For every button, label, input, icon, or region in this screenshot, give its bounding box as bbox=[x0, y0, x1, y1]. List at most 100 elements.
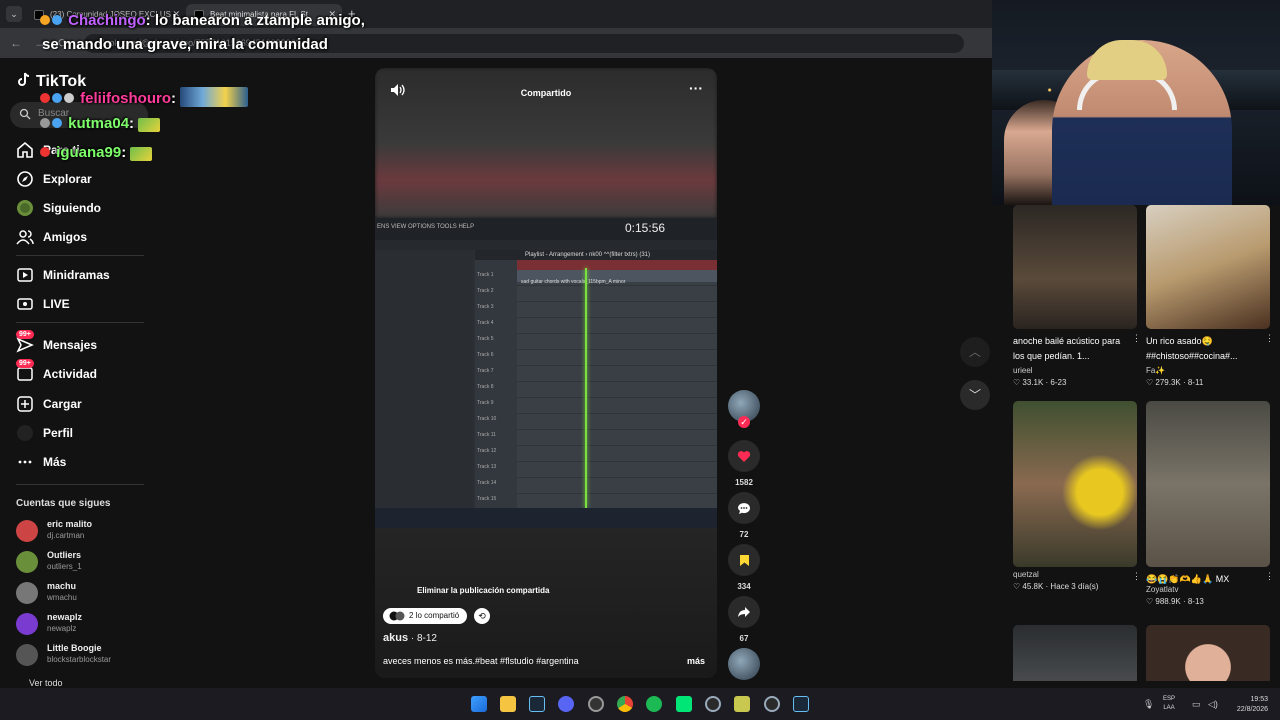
notes-app-icon[interactable] bbox=[734, 696, 750, 712]
windows-start-icon[interactable] bbox=[471, 696, 487, 712]
share-button[interactable] bbox=[728, 596, 760, 628]
obs-icon[interactable] bbox=[588, 696, 604, 712]
ccleaner-icon[interactable] bbox=[705, 696, 721, 712]
steam-icon[interactable] bbox=[529, 696, 545, 712]
video-thumbnail[interactable] bbox=[1013, 205, 1137, 329]
chat-badge-icon bbox=[40, 118, 50, 128]
author-name: akus bbox=[383, 632, 409, 644]
browser-app-icon[interactable] bbox=[764, 696, 780, 712]
save-action[interactable]: 334 bbox=[728, 544, 760, 591]
avatar bbox=[16, 520, 38, 542]
spotify-icon[interactable] bbox=[646, 696, 662, 712]
see-all-link[interactable]: Ver todo bbox=[16, 678, 63, 688]
video-title: anoche bailé acústico para los que pedía… bbox=[1013, 336, 1121, 361]
microphone-icon[interactable]: 🎙 bbox=[1143, 699, 1154, 710]
kick-icon[interactable] bbox=[676, 696, 692, 712]
chat-badge-icon bbox=[64, 93, 74, 103]
repost-icon[interactable]: ⟲ bbox=[474, 608, 490, 624]
save-button[interactable] bbox=[728, 544, 760, 576]
sidebar-item-label: Explorar bbox=[43, 172, 92, 186]
following-account-machu[interactable]: machu wmachu bbox=[16, 580, 156, 606]
video-thumbnail[interactable] bbox=[1146, 401, 1270, 567]
recommended-video-card[interactable]: ⋮ Un rico asado🤤 ##chistoso##cocina#... … bbox=[1146, 205, 1274, 387]
fl-menu-bar: ENS VIEW OPTIONS TOOLS HELP 0:15:56 bbox=[375, 218, 717, 240]
sidebar-item-label: Minidramas bbox=[43, 268, 110, 282]
keyboard-language-indicator[interactable]: ESP LAA bbox=[1163, 695, 1175, 713]
fl-track-label: Track 6 bbox=[477, 352, 494, 358]
video-thumbnail[interactable] bbox=[1146, 625, 1270, 681]
video-user: Fa✨ bbox=[1146, 366, 1166, 375]
fl-track-label: Track 8 bbox=[477, 384, 494, 390]
comment-button[interactable] bbox=[728, 492, 760, 524]
video-thumbnail[interactable] bbox=[1013, 401, 1137, 567]
back-arrow-icon[interactable]: ← bbox=[10, 36, 22, 50]
chat-emote-icon bbox=[180, 87, 249, 107]
fl-track-label: Track 1 bbox=[477, 272, 494, 278]
system-clock[interactable]: 19:53 22/8/2026 bbox=[1228, 695, 1268, 715]
chat-badge-icon bbox=[52, 93, 62, 103]
chat-text: lo banearon a ztample amigo, bbox=[150, 12, 365, 29]
shared-by-pill[interactable]: 2 lo compartió bbox=[383, 608, 468, 624]
fl-track-label: Track 4 bbox=[477, 320, 494, 326]
previous-video-button[interactable]: ︿ bbox=[960, 337, 990, 367]
video-thumbnail[interactable] bbox=[1146, 205, 1270, 329]
recommended-videos: ⋮ anoche bailé acústico para los que ped… bbox=[1005, 205, 1280, 681]
recommended-video-card[interactable] bbox=[1146, 625, 1270, 681]
sound-disc-icon[interactable] bbox=[728, 648, 760, 680]
next-video-button[interactable]: ﹀ bbox=[960, 380, 990, 410]
fl-playlist-title: Playlist - Arrangement › nk00 ^^(filter … bbox=[475, 250, 717, 260]
following-account-outliers[interactable]: Outliers outliers_1 bbox=[16, 549, 156, 575]
upload-icon bbox=[17, 396, 33, 412]
card-options-icon[interactable]: ⋮ bbox=[1132, 333, 1141, 344]
following-account-eric-malito[interactable]: eric malito dj.cartman bbox=[16, 518, 156, 544]
card-options-icon[interactable]: ⋮ bbox=[1132, 571, 1141, 582]
following-section-title: Cuentas que sigues bbox=[16, 498, 111, 509]
file-explorer-icon[interactable] bbox=[500, 696, 516, 712]
video-user: urieel bbox=[1013, 366, 1033, 375]
sidebar-item-label: Cargar bbox=[43, 397, 82, 411]
network-icon[interactable]: ▭ bbox=[1192, 699, 1201, 710]
fl-track-label: Track 7 bbox=[477, 368, 494, 374]
card-options-icon[interactable]: ⋮ bbox=[1265, 571, 1274, 582]
chat-badge-icon bbox=[40, 93, 50, 103]
follow-plus-icon[interactable]: ✓ bbox=[738, 416, 750, 428]
like-count: 1582 bbox=[735, 478, 753, 487]
remove-shared-post-tooltip: Eliminar la publicación compartida bbox=[417, 586, 550, 595]
video-thumbnail[interactable] bbox=[1013, 625, 1137, 681]
video-meta: ♡ 279.3K · 8-11 bbox=[1146, 378, 1204, 387]
shared-avatars-icon bbox=[389, 611, 405, 621]
clock-time: 19:53 bbox=[1250, 696, 1268, 703]
recommended-video-card[interactable]: ⋮ anoche bailé acústico para los que ped… bbox=[1013, 205, 1141, 387]
video-meta: ♡ 33.1K · 6-23 bbox=[1013, 378, 1067, 387]
comment-action[interactable]: 72 bbox=[728, 492, 760, 539]
account-name: eric malito bbox=[47, 519, 93, 529]
chrome-icon[interactable] bbox=[617, 696, 633, 712]
chat-badge-icon bbox=[40, 15, 50, 25]
like-button[interactable] bbox=[728, 440, 760, 472]
discord-icon[interactable] bbox=[558, 696, 574, 712]
recommended-video-card[interactable] bbox=[1013, 625, 1137, 681]
share-action[interactable]: 67 bbox=[728, 596, 760, 643]
video-author[interactable]: akus · 8-12 bbox=[383, 632, 437, 644]
fl-windows-taskbar bbox=[375, 508, 717, 528]
see-more-link[interactable]: más bbox=[687, 656, 705, 666]
fl-playhead bbox=[585, 268, 587, 508]
shared-count: 2 lo compartió bbox=[409, 611, 460, 620]
recommended-video-card[interactable]: ⋮ quetzal ♡ 45.8K · Hace 3 día(s) bbox=[1013, 401, 1141, 591]
video-player[interactable]: ENS VIEW OPTIONS TOOLS HELP 0:15:56 Play… bbox=[375, 68, 717, 678]
like-action[interactable]: 1582 bbox=[728, 440, 760, 487]
account-name: newaplz bbox=[47, 612, 83, 622]
following-account-newaplz[interactable]: newaplz newaplz bbox=[16, 611, 156, 637]
recommended-video-card[interactable]: ⋮ 😂😭👏🫶👍🙏 MX Zoyatlatv ♡ 988.9K · 8-13 bbox=[1146, 401, 1274, 606]
steam-secondary-icon[interactable] bbox=[793, 696, 809, 712]
sidebar-item-label: LIVE bbox=[43, 297, 70, 311]
chat-badge-icon bbox=[40, 147, 50, 157]
video-options-icon[interactable]: ··· bbox=[689, 80, 703, 96]
compass-icon bbox=[17, 171, 33, 187]
fl-channel-rack bbox=[375, 250, 473, 508]
following-account-little-boogie[interactable]: Little Boogie blockstarblockstar bbox=[16, 642, 156, 668]
sidebar-item-label: Más bbox=[43, 455, 67, 469]
volume-tray-icon[interactable]: ◁) bbox=[1208, 699, 1218, 710]
tab-search-button[interactable]: ⌄ bbox=[6, 6, 22, 22]
card-options-icon[interactable]: ⋮ bbox=[1265, 333, 1274, 344]
